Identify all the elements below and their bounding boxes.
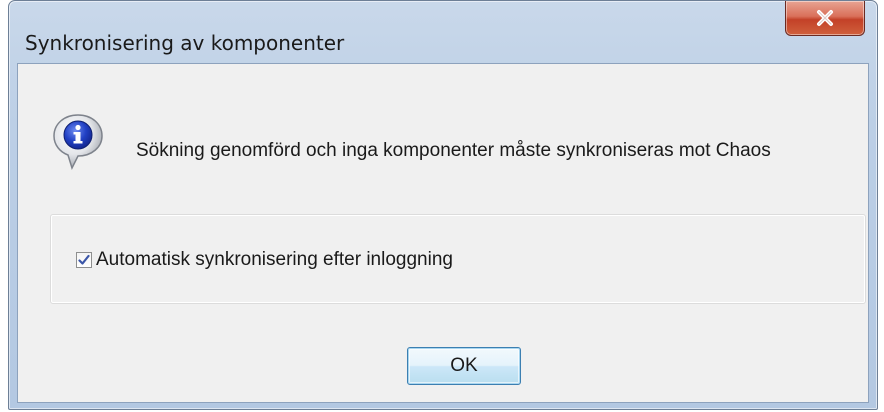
checkmark-icon [78,254,90,265]
information-icon [51,112,105,172]
auto-sync-checkbox[interactable] [76,252,92,268]
close-icon [817,10,833,26]
ok-button[interactable]: OK [407,347,521,385]
sync-dialog: Synkronisering av komponenter Sökning ge… [8,0,878,410]
title-bar[interactable]: Synkronisering av komponenter [9,1,877,63]
auto-sync-label[interactable]: Automatisk synkronisering efter inloggni… [96,249,453,271]
status-message: Sökning genomförd och inga komponenter m… [136,140,771,161]
options-group: Automatisk synkronisering efter inloggni… [50,214,866,304]
close-button[interactable] [785,1,865,36]
dialog-title: Synkronisering av komponenter [25,31,345,55]
dialog-body: Sökning genomförd och inga komponenter m… [17,63,869,403]
auto-sync-option[interactable]: Automatisk synkronisering efter inloggni… [76,249,453,271]
